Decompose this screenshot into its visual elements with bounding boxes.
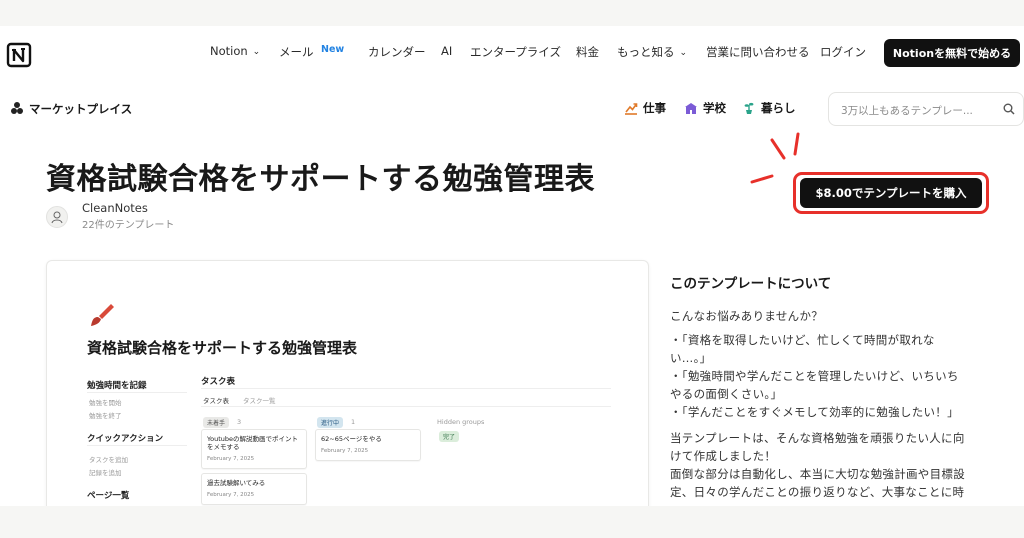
template-preview[interactable]: 資格試験合格をサポートする勉強管理表 勉強時間を記録 勉強を開始 勉強を終了 ク… [46,260,649,506]
school-icon [685,103,697,114]
preview-add-record: 記録を追加 [89,469,122,477]
about-line: こんなお悩みありませんか？ [670,309,824,323]
about-line: けて作成しました！ [670,449,777,463]
status-pill-done: 完了 [439,431,460,442]
task-card[interactable]: 62~65ページをやる February 7, 2025 [315,429,421,461]
nav-learn-more[interactable]: もっと知る ⌄ [617,44,687,60]
divider [201,388,611,389]
task-card[interactable]: Youtubeの解説動画でポイントをメモする February 7, 2025 [201,429,307,469]
template-search-input[interactable]: 3万以上もあるテンプレー... [828,92,1024,126]
task-card[interactable]: 過去試験解いてみる February 7, 2025 [201,473,307,505]
preview-page-list-heading: ページ一覧 [87,491,130,501]
chart-icon [625,103,638,115]
task-card-title: 62~65ページをやる [321,435,382,443]
preview-study-log-heading: 勉強時間を記録 [87,381,147,391]
template-title: 資格試験合格をサポートする勉強管理表 [46,162,595,197]
category-life[interactable]: 暮らし [742,100,796,116]
notion-logo-icon[interactable] [6,42,32,68]
new-badge: New [321,44,345,55]
nav-enterprise[interactable]: エンタープライズ [470,44,561,60]
preview-end-study: 勉強を終了 [89,412,122,420]
nav-mail[interactable]: メール [279,44,314,60]
author-avatar[interactable] [46,206,68,228]
search-placeholder: 3万以上もあるテンプレー... [841,105,973,117]
chevron-down-icon: ⌄ [679,48,688,58]
preview-start-study: 勉強を開始 [89,399,122,407]
marketplace-link[interactable]: マーケットプレイス [29,101,132,117]
divider [87,392,187,393]
nav-pricing[interactable]: 料金 [576,44,599,60]
divider [87,445,187,446]
page: Notion ⌄ メール New カレンダー AI エンタープライズ 料金 もっと… [0,26,1024,506]
about-line: ・「資格を取得したいけど、忙しくて時間が取れな [670,333,935,347]
preview-tab-list: タスク一覧 [243,397,276,405]
about-line: ・「勉強時間や学んだことを管理したいけど、いちいち [670,369,959,383]
nav-notion[interactable]: Notion ⌄ [210,44,260,58]
about-line: やるの面倒くさい。」 [670,387,783,401]
column-count: 1 [351,418,356,426]
about-line: 当テンプレートは、そんな資格勉強を頑張りたい人に向 [670,431,965,445]
task-card-title: Youtubeの解説動画でポイントをメモする [207,435,298,452]
preview-task-board-heading: タスク表 [201,377,236,387]
nav-calendar[interactable]: カレンダー [368,44,426,60]
nav-ai[interactable]: AI [441,44,452,58]
avatar-figure-icon [51,211,63,224]
task-card-date: February 7, 2025 [321,448,369,454]
about-line: ・「学んだことをすぐメモして効率的に勉強したい！」 [670,405,959,419]
nav-contact-sales[interactable]: 営業に問い合わせる [706,44,810,60]
preview-title: 資格試験合格をサポートする勉強管理表 [87,339,358,357]
start-free-button[interactable]: Notionを無料で始める [884,39,1020,67]
category-work[interactable]: 仕事 [624,100,666,116]
about-line: 定、日々の学んだことの振り返りなど、大事なことに時 [670,485,965,499]
task-card-title: 過去試験解いてみる [207,479,266,487]
column-count: 3 [237,418,242,426]
hidden-groups-label: Hidden groups [437,418,485,426]
status-pill-in-progress: 進行中 [317,417,344,428]
divider [201,406,611,407]
preview-tab-board: タスク表 [203,397,229,405]
preview-add-task: タスクを追加 [89,456,128,464]
marketplace-icon [11,102,23,114]
search-icon [1003,103,1015,115]
buy-template-button[interactable]: $8.00でテンプレートを購入 [800,178,982,208]
task-card-date: February 7, 2025 [207,456,255,462]
author-name[interactable]: CleanNotes [82,201,148,215]
status-pill-todo: 未着手 [203,417,230,428]
top-navigation: Notion ⌄ メール New カレンダー AI エンタープライズ 料金 もっと… [0,26,1024,78]
about-line: い…。」 [670,351,712,365]
paintbrush-icon [91,304,114,326]
nav-login[interactable]: ログイン [820,44,866,60]
chevron-down-icon: ⌄ [252,47,261,57]
preview-quick-action-heading: クイックアクション [87,434,164,444]
plant-icon [744,102,754,114]
category-school[interactable]: 学校 [684,100,726,116]
task-card-date: February 7, 2025 [207,492,255,498]
about-line: 面倒な部分は自動化し、本当に大切な勉強計画や目標設 [670,467,965,481]
about-heading: このテンプレートについて [670,276,832,292]
author-template-count: 22件のテンプレート [82,220,175,231]
